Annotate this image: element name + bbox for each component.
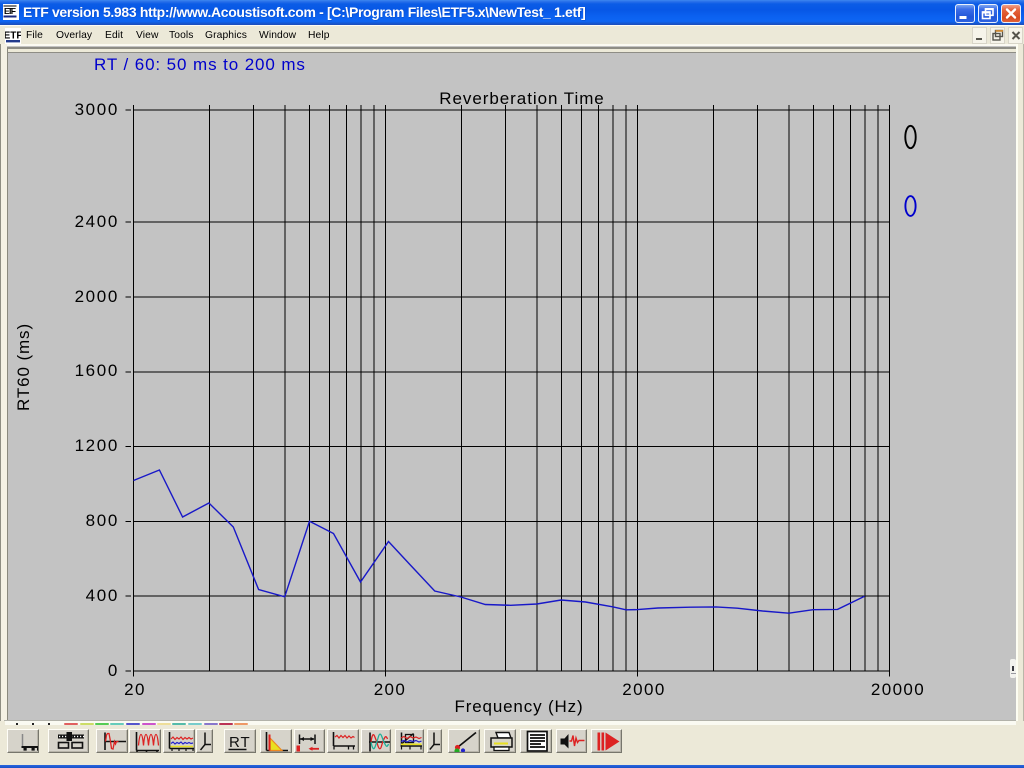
svg-text:RT: RT xyxy=(229,734,251,751)
